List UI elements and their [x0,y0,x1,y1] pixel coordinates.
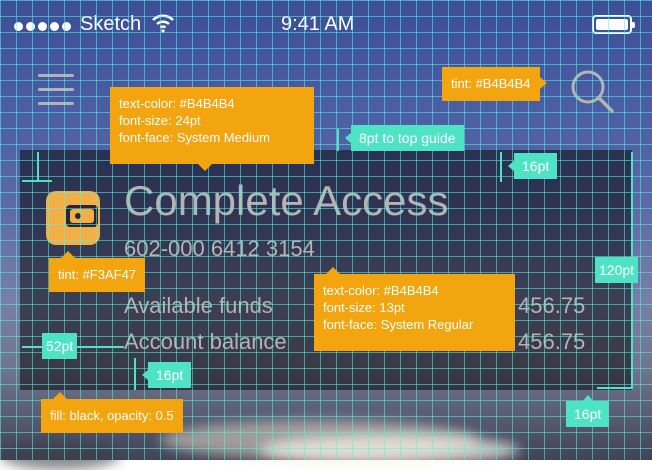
dimension-line [134,358,136,390]
annotation-line: font-size: 24pt [119,113,201,128]
search-icon[interactable] [568,67,616,115]
account-balance-label: Account balance [124,329,287,354]
dimension-line [22,180,52,182]
annotation-title-spec: text-color: #B4B4B4 font-size: 24pt font… [110,87,314,171]
dimension-height-120: 120pt [595,257,639,283]
wallet-icon [46,191,100,245]
annotation-line: font-face: System Regular [323,317,474,332]
account-balance-value: 456.75 [518,329,586,354]
annotation-tint-icon: tint: #F3AF47 [49,251,146,292]
carrier-label: Sketch [80,13,142,35]
dimension-right-16: 16pt [507,153,558,179]
signal-strength-icon [14,22,71,31]
annotation-tint-search: tint: #B4B4B4 [442,67,546,101]
dimension-line [337,129,339,151]
dimension-left-52: 52pt [42,333,78,359]
battery-icon [592,15,635,34]
available-funds-value: 456.75 [518,293,586,318]
wifi-icon [152,14,174,33]
hamburger-icon[interactable] [38,72,74,108]
dimension-bottom-16: 16pt [141,362,192,388]
annotation-line: text-color: #B4B4B4 [323,283,439,298]
annotation-line: font-size: 13pt [323,300,405,315]
dimension-top-guide: 8pt to top guide [345,125,464,151]
dimension-line [597,387,633,389]
annotation-line: text-color: #B4B4B4 [119,96,235,111]
annotation-fill-spec: fill: black, opacity: 0.5 [41,392,183,433]
status-time: 9:41 AM [281,13,355,35]
dimension-line [37,152,39,182]
dimension-right-bottom-16: 16pt [566,395,610,427]
dimension-line [500,152,502,182]
available-funds-label: Available funds [124,293,273,318]
account-title: Complete Access [124,177,449,224]
annotation-body-spec: text-color: #B4B4B4 font-size: 13pt font… [314,267,515,351]
account-number: 602-000 6412 3154 [124,236,315,261]
annotation-line: font-face: System Medium [119,130,270,145]
